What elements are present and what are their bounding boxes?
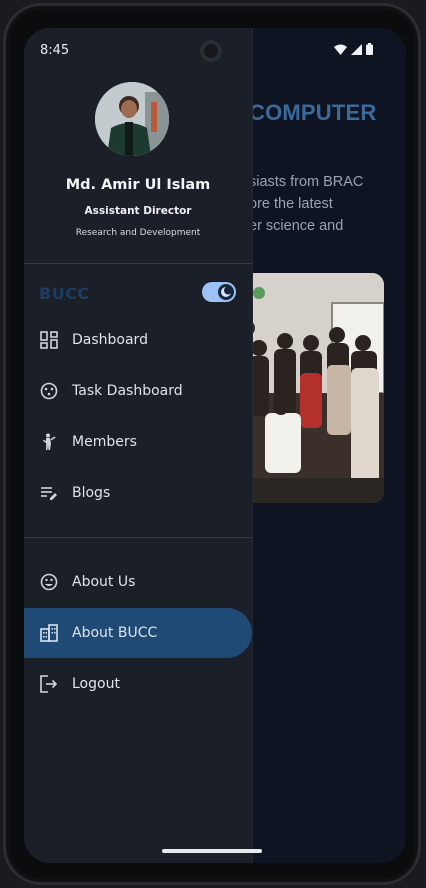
nav-item-task-dashboard[interactable]: Task Dashboard xyxy=(24,366,252,416)
nav-item-dashboard[interactable]: Dashboard xyxy=(24,315,252,365)
user-department: Research and Development xyxy=(75,228,201,238)
divider xyxy=(24,263,252,264)
phone-frame: ‹ COMPUTER siasts from BRAC ore the late… xyxy=(3,3,421,885)
user-name: Md. Amir Ul Islam xyxy=(65,177,211,193)
dashboard-icon xyxy=(40,331,58,349)
group-photo xyxy=(237,273,384,503)
nav-item-label: Task Dashboard xyxy=(72,383,183,399)
nav-item-label: Dashboard xyxy=(72,332,148,348)
background-paragraph-line: siasts from BRAC xyxy=(249,174,364,190)
nav-item-label: Logout xyxy=(72,676,120,692)
avatar[interactable] xyxy=(95,82,169,156)
wifi-icon xyxy=(334,44,347,55)
building-icon xyxy=(40,624,58,642)
about-us-icon xyxy=(40,573,58,591)
nav-item-label: Members xyxy=(72,434,137,450)
home-indicator[interactable] xyxy=(162,849,262,853)
background-paragraph-line: ore the latest xyxy=(249,196,333,212)
background-paragraph-line: er science and xyxy=(249,218,344,234)
divider xyxy=(24,537,252,538)
nav-item-label: About Us xyxy=(72,574,136,590)
nav-item-label: About BUCC xyxy=(72,625,158,641)
avatar-image xyxy=(95,82,169,156)
nav-item-label: Blogs xyxy=(72,485,111,501)
theme-toggle[interactable] xyxy=(202,282,236,302)
blogs-icon xyxy=(40,484,58,502)
nav-item-blogs[interactable]: Blogs xyxy=(24,468,252,518)
status-icons xyxy=(334,43,373,55)
screen: ‹ COMPUTER siasts from BRAC ore the late… xyxy=(24,28,406,863)
nav-item-logout[interactable]: Logout xyxy=(24,659,252,709)
navigation-drawer: 8:45 Md. Amir Ul Islam Assistant Directo… xyxy=(24,28,253,863)
members-icon xyxy=(40,433,58,451)
signal-icon xyxy=(351,43,362,55)
group-photo-illustration xyxy=(237,273,384,503)
background-paragraph: siasts from BRAC ore the latest er scien… xyxy=(249,171,406,237)
user-role: Assistant Director xyxy=(84,205,192,217)
background-title: COMPUTER xyxy=(249,100,377,125)
nav-item-about-bucc[interactable]: About BUCC xyxy=(24,608,252,658)
brand-label: BUCC xyxy=(39,284,90,303)
logout-icon xyxy=(40,675,58,693)
battery-icon xyxy=(366,43,373,55)
moon-icon xyxy=(221,286,232,297)
nav-item-about-us[interactable]: About Us xyxy=(24,557,252,607)
status-time: 8:45 xyxy=(40,43,70,58)
task-icon xyxy=(40,382,58,400)
nav-item-members[interactable]: Members xyxy=(24,417,252,467)
toggle-knob xyxy=(218,284,234,300)
front-camera xyxy=(200,40,222,62)
